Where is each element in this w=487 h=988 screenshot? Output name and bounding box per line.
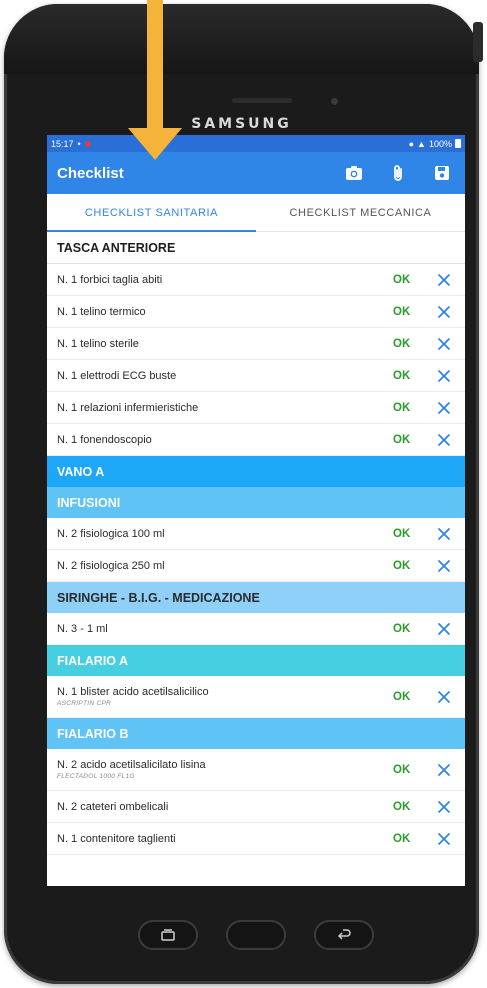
ok-button[interactable]: OK	[393, 402, 433, 414]
back-button[interactable]	[314, 920, 374, 950]
close-icon[interactable]	[433, 401, 455, 415]
annotation-arrow-head	[128, 128, 182, 160]
close-icon[interactable]	[433, 433, 455, 447]
close-icon[interactable]	[433, 305, 455, 319]
ok-button[interactable]: OK	[393, 560, 433, 572]
ok-button[interactable]: OK	[393, 370, 433, 382]
checklist-item: N. 2 cateteri ombelicali OK	[47, 791, 465, 823]
tablet-bumper	[4, 4, 479, 74]
battery-icon	[455, 139, 461, 148]
checklist-item: N. 2 fisiologica 100 ml OK	[47, 518, 465, 550]
tab-checklist-meccanica[interactable]: CHECKLIST MECCANICA	[256, 194, 465, 231]
item-label: N. 2 fisiologica 250 ml	[57, 559, 165, 572]
checklist-list: TASCA ANTERIORE N. 1 forbici taglia abiti…	[47, 232, 465, 855]
app-screen: 15:17 • ● ▲ 100% Checklist CHECKLIST SAN…	[47, 135, 465, 886]
close-icon[interactable]	[433, 763, 455, 777]
battery-level: 100%	[428, 138, 452, 149]
checklist-item: N. 1 contenitore taglienti OK	[47, 823, 465, 855]
app-bar: Checklist	[47, 152, 465, 194]
item-label: N. 2 fisiologica 100 ml	[57, 527, 165, 540]
close-icon[interactable]	[433, 273, 455, 287]
back-icon	[337, 929, 351, 940]
close-icon[interactable]	[433, 690, 455, 704]
section-header: FIALARIO B	[47, 718, 465, 749]
earpiece-speaker	[232, 98, 292, 103]
item-label: N. 2 acido acetilsalicilato lisina	[57, 759, 206, 771]
ok-button[interactable]: OK	[393, 338, 433, 350]
brand-logo: SAMSUNG	[191, 116, 292, 132]
ok-button[interactable]: OK	[393, 764, 433, 776]
save-icon[interactable]	[433, 164, 451, 182]
checklist-item: N. 1 telino termico OK	[47, 296, 465, 328]
item-label: N. 2 cateteri ombelicali	[57, 800, 169, 813]
item-label: N. 1 contenitore taglienti	[57, 832, 176, 845]
item-label: N. 1 relazioni infermieristiche	[57, 401, 199, 414]
notification-icon: •	[77, 138, 81, 149]
item-sublabel: FLECTADOL 1000 FL1G	[57, 773, 135, 780]
close-icon[interactable]	[433, 527, 455, 541]
close-icon[interactable]	[433, 337, 455, 351]
close-icon[interactable]	[433, 559, 455, 573]
close-icon[interactable]	[433, 622, 455, 636]
section-header: INFUSIONI	[47, 487, 465, 518]
checklist-item: N. 1 elettrodi ECG buste OK	[47, 360, 465, 392]
item-label: N. 1 elettrodi ECG buste	[57, 369, 177, 382]
item-sublabel: ASCRIPTIN CPR	[57, 700, 112, 707]
ok-button[interactable]: OK	[393, 274, 433, 286]
checklist-item: N. 2 acido acetilsalicilato lisina FLECTA…	[47, 749, 465, 791]
ok-button[interactable]: OK	[393, 434, 433, 446]
tab-checklist-sanitaria[interactable]: CHECKLIST SANITARIA	[47, 194, 256, 232]
item-label: N. 1 telino termico	[57, 305, 146, 318]
checklist-item: N. 1 relazioni infermieristiche OK	[47, 392, 465, 424]
attachment-icon[interactable]	[389, 164, 407, 182]
checklist-item: N. 1 fonendoscopio OK	[47, 424, 465, 456]
checklist-item: N. 1 telino sterile OK	[47, 328, 465, 360]
signal-icon: ▲	[417, 138, 426, 149]
close-icon[interactable]	[433, 369, 455, 383]
item-label: N. 1 forbici taglia abiti	[57, 273, 163, 286]
ok-button[interactable]: OK	[393, 528, 433, 540]
close-icon[interactable]	[433, 832, 455, 846]
checklist-item: N. 1 blister acido acetilsalicilico ASCRI…	[47, 676, 465, 718]
item-label: N. 1 fonendoscopio	[57, 433, 152, 446]
section-header: TASCA ANTERIORE	[47, 232, 465, 264]
section-header: SIRINGHE - B.I.G. - MEDICAZIONE	[47, 582, 465, 613]
recording-icon	[84, 140, 91, 147]
ok-button[interactable]: OK	[393, 691, 433, 703]
page-title: Checklist	[57, 164, 124, 182]
recent-apps-icon	[161, 929, 175, 941]
home-button[interactable]	[226, 920, 286, 950]
power-button	[473, 22, 483, 62]
section-header: VANO A	[47, 456, 465, 487]
tab-bar: CHECKLIST SANITARIA CHECKLIST MECCANICA	[47, 194, 465, 232]
section-header: FIALARIO A	[47, 645, 465, 676]
ok-button[interactable]: OK	[393, 833, 433, 845]
close-icon[interactable]	[433, 800, 455, 814]
checklist-item: N. 3 - 1 ml OK	[47, 613, 465, 645]
checklist-item: N. 2 fisiologica 250 ml OK	[47, 550, 465, 582]
camera-icon[interactable]	[345, 164, 363, 182]
item-label: N. 1 blister acido acetilsalicilico	[57, 686, 209, 698]
location-icon: ●	[408, 138, 415, 149]
recent-apps-button[interactable]	[138, 920, 198, 950]
ok-button[interactable]: OK	[393, 623, 433, 635]
item-label: N. 1 telino sterile	[57, 337, 139, 350]
annotation-arrow	[147, 0, 163, 130]
checklist-item: N. 1 forbici taglia abiti OK	[47, 264, 465, 296]
ok-button[interactable]: OK	[393, 801, 433, 813]
status-time: 15:17	[51, 138, 74, 149]
navigation-bar	[47, 886, 465, 984]
item-label: N. 3 - 1 ml	[57, 622, 108, 635]
front-camera	[331, 98, 338, 105]
status-bar: 15:17 • ● ▲ 100%	[47, 135, 465, 152]
ok-button[interactable]: OK	[393, 306, 433, 318]
